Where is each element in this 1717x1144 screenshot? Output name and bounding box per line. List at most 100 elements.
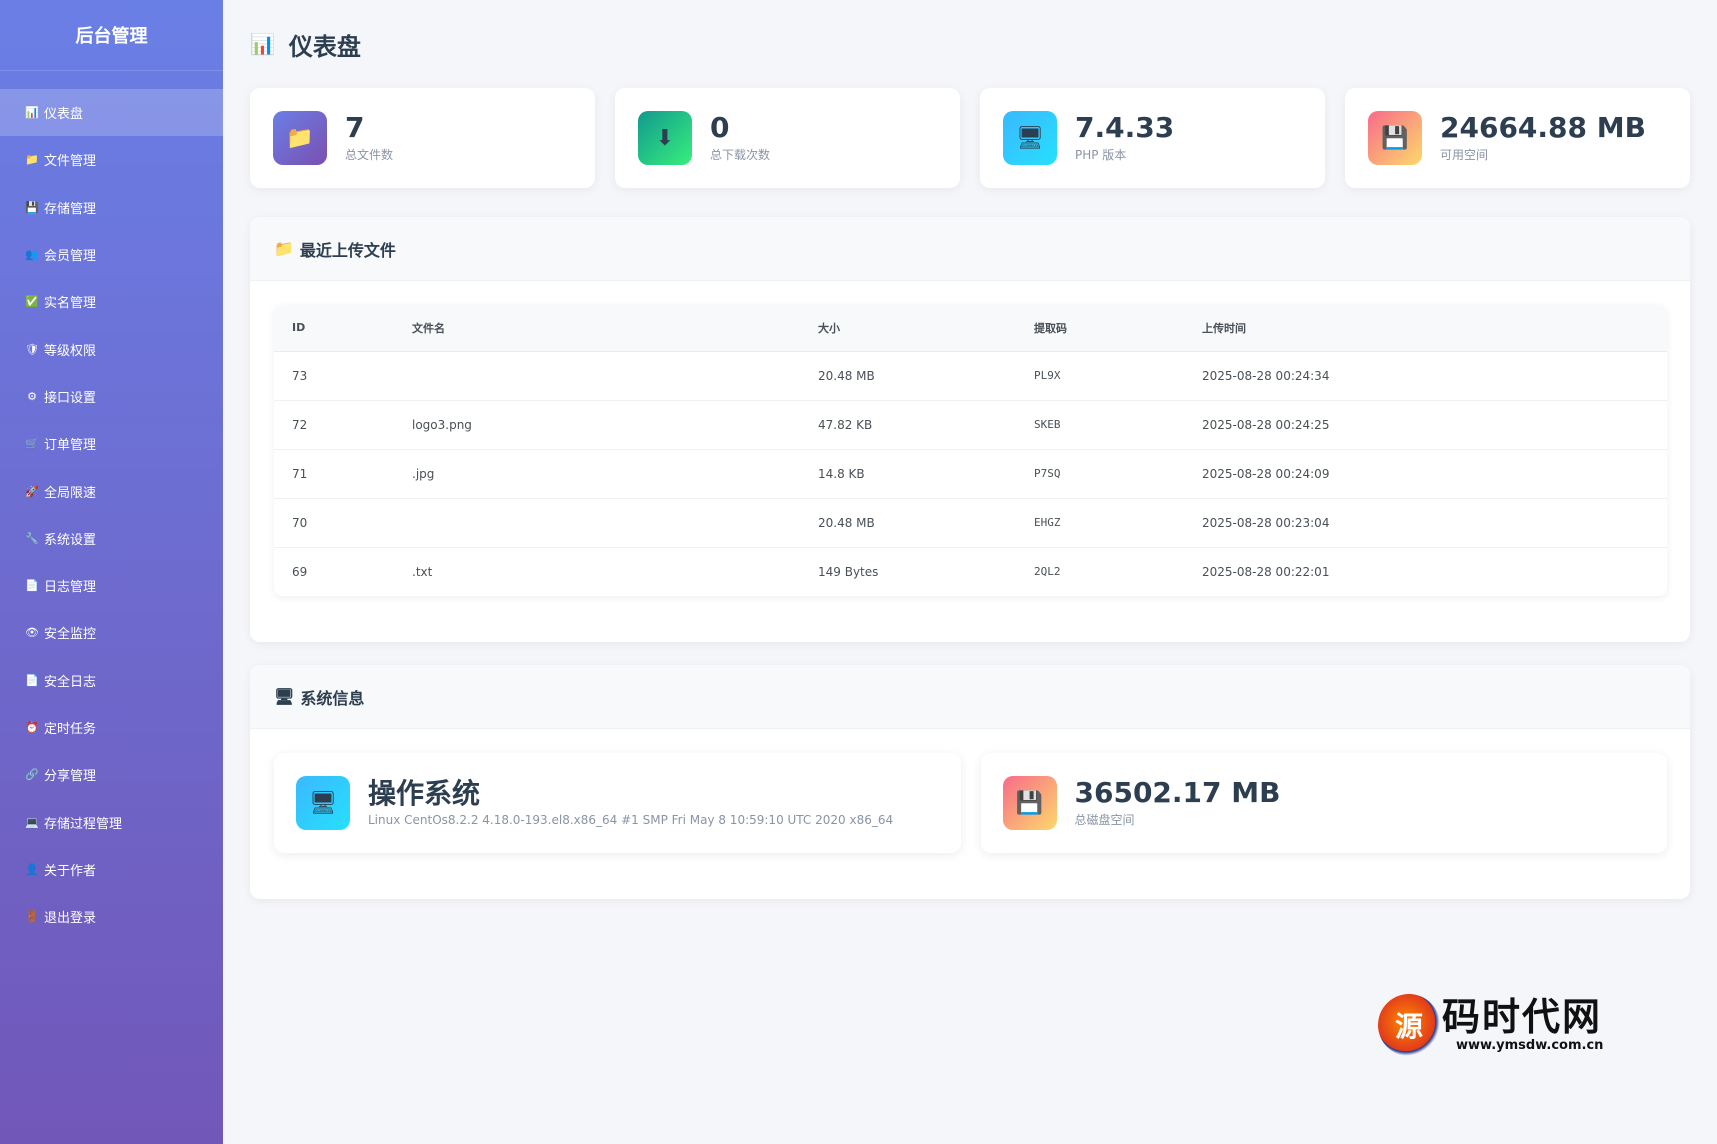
system-card-disk: 💾 36502.17 MB 总磁盘空间 xyxy=(980,753,1667,853)
watermark-title: 码时代网 xyxy=(1442,993,1603,1039)
cell-code: 2QL2 xyxy=(1034,565,1061,579)
panel-title: 最近上传文件 xyxy=(299,240,396,260)
stat-card-downloads: ⬇ 0 总下载次数 xyxy=(615,88,960,188)
sidebar-item-orders[interactable]: 🛒 订单管理 xyxy=(0,420,223,467)
rocket-icon: 🚀 xyxy=(25,484,39,498)
watermark-text: 码时代网 www.ymsdw.com.cn xyxy=(1442,993,1604,1053)
column-header-size: 大小 xyxy=(800,305,1016,352)
sidebar-item-label: 退出登录 xyxy=(44,911,97,927)
sidebar-item-procedures[interactable]: 💻 存储过程管理 xyxy=(0,798,223,845)
cell-id: 73 xyxy=(274,351,394,401)
table-row: 69 .txt 149 Bytes 2QL2 2025-08-28 00:22:… xyxy=(274,547,1667,596)
check-icon: ✅ xyxy=(25,295,39,309)
stat-value: 7.4.33 xyxy=(1075,110,1175,144)
sidebar-item-label: 会员管理 xyxy=(44,249,97,265)
cell-size: 149 Bytes xyxy=(818,564,879,579)
sidebar-item-storage[interactable]: 💾 存储管理 xyxy=(0,184,223,231)
sidebar-item-label: 等级权限 xyxy=(44,343,97,359)
sidebar-item-api[interactable]: ⚙ 接口设置 xyxy=(0,373,223,420)
cell-filename: logo3.png xyxy=(394,400,800,450)
column-header-code: 提取码 xyxy=(1016,305,1184,352)
folder-icon: 📁 xyxy=(25,153,39,167)
system-card-label: 总磁盘空间 xyxy=(1074,813,1135,828)
stat-label: PHP 版本 xyxy=(1075,148,1127,163)
cell-id: 72 xyxy=(274,400,394,450)
sidebar-item-label: 实名管理 xyxy=(44,296,97,312)
cell-time: 2025-08-28 00:23:04 xyxy=(1184,498,1667,548)
sidebar-item-levels[interactable]: 🛡 等级权限 xyxy=(0,325,223,372)
sidebar-item-files[interactable]: 📁 文件管理 xyxy=(0,136,223,183)
stat-card-php: 🖥 7.4.33 PHP 版本 xyxy=(980,88,1325,188)
sidebar-item-shares[interactable]: 🔗 分享管理 xyxy=(0,751,223,798)
wrench-icon: 🔧 xyxy=(25,531,39,545)
sidebar-item-security-monitor[interactable]: 👁 安全监控 xyxy=(0,609,223,656)
chart-icon: 📊 xyxy=(250,32,275,56)
sidebar-item-label: 日志管理 xyxy=(44,580,97,596)
watermark-logo: 源 xyxy=(1378,994,1440,1056)
cell-size: 20.48 MB xyxy=(800,351,1016,401)
sidebar-item-label: 系统设置 xyxy=(44,532,97,548)
sidebar-item-settings[interactable]: 🔧 系统设置 xyxy=(0,515,223,562)
cart-icon: 🛒 xyxy=(25,437,39,451)
table-header-row: ID 文件名 大小 提取码 上传时间 xyxy=(274,305,1667,352)
sidebar-item-cron[interactable]: ⏰ 定时任务 xyxy=(0,704,223,751)
cell-id: 71 xyxy=(274,449,394,499)
page-title-text: 仪表盘 xyxy=(288,32,361,61)
sidebar-item-about[interactable]: 👤 关于作者 xyxy=(0,846,223,893)
panel-header: 📁 最近上传文件 xyxy=(250,217,1690,281)
system-cards-row: 🖥 操作系统 Linux CentOs8.2.2 4.18.0-193.el8.x… xyxy=(274,753,1667,853)
cell-size: 20.48 MB xyxy=(800,498,1016,548)
sidebar-item-logs[interactable]: 📄 日志管理 xyxy=(0,562,223,609)
cell-filename: .txt xyxy=(412,564,433,579)
cell-filename: .jpg xyxy=(394,449,800,499)
table-row: 72 logo3.png 47.82 KB SKEB 2025-08-28 00… xyxy=(274,400,1667,450)
sidebar-item-label: 全局限速 xyxy=(44,485,97,501)
laptop-icon: 💻 xyxy=(25,815,39,829)
stat-value: 0 xyxy=(710,110,730,144)
stat-label: 总文件数 xyxy=(345,148,394,163)
sidebar-item-members[interactable]: 👥 会员管理 xyxy=(0,231,223,278)
sidebar-item-label: 接口设置 xyxy=(44,390,97,406)
sidebar-item-dashboard[interactable]: 📊 仪表盘 xyxy=(0,89,223,137)
document-icon: 📄 xyxy=(25,673,39,687)
panel-body: ID 文件名 大小 提取码 上传时间 73 20.48 MB PL9X 2025… xyxy=(250,281,1690,642)
system-info-panel: 🖥 系统信息 🖥 操作系统 Linux CentOs8.2.2 4.18.0-19… xyxy=(250,665,1690,899)
stats-row: 📁 7 总文件数 ⬇ 0 总下载次数 🖥 7.4.33 PHP 版本 💾 24664.… xyxy=(250,88,1690,188)
cell-time: 2025-08-28 00:22:01 xyxy=(1202,564,1330,579)
sidebar-item-label: 安全监控 xyxy=(44,627,97,643)
stat-label: 总下载次数 xyxy=(710,148,771,163)
sidebar-item-label: 存储过程管理 xyxy=(44,816,123,832)
column-header-time: 上传时间 xyxy=(1184,305,1667,352)
system-card-label: Linux CentOs8.2.2 4.18.0-193.el8.x86_64 … xyxy=(368,812,894,827)
link-icon: 🔗 xyxy=(25,768,39,782)
stat-card-space: 💾 24664.88 MB 可用空间 xyxy=(1345,88,1690,188)
sidebar-item-label: 安全日志 xyxy=(44,674,97,690)
floppy-icon: 💾 xyxy=(1368,111,1422,165)
cell-size: 47.82 KB xyxy=(800,400,1016,450)
cell-id: 70 xyxy=(274,498,394,548)
door-icon: 🚪 xyxy=(25,910,39,924)
site-watermark: 源 码时代网 www.ymsdw.com.cn xyxy=(1378,990,1628,1060)
system-card-os: 🖥 操作系统 Linux CentOs8.2.2 4.18.0-193.el8.x… xyxy=(274,753,961,853)
stat-card-files: 📁 7 总文件数 xyxy=(250,88,595,188)
sidebar-item-label: 存储管理 xyxy=(44,201,97,217)
sidebar-item-realname[interactable]: ✅ 实名管理 xyxy=(0,278,223,325)
panel-body: 🖥 操作系统 Linux CentOs8.2.2 4.18.0-193.el8.x… xyxy=(250,729,1690,899)
watermark-url: www.ymsdw.com.cn xyxy=(1456,1037,1604,1053)
sidebar-item-label: 仪表盘 xyxy=(44,107,84,123)
sidebar-item-speed[interactable]: 🚀 全局限速 xyxy=(0,467,223,514)
page-title: 📊 仪表盘 xyxy=(250,0,1690,88)
cell-time: 2025-08-28 00:24:25 xyxy=(1184,400,1667,450)
cell-id: 69 xyxy=(292,564,308,579)
recent-uploads-panel: 📁 最近上传文件 ID 文件名 大小 提取码 上传时间 73 20.48 MB … xyxy=(250,217,1690,642)
alarm-clock-icon: ⏰ xyxy=(25,721,39,734)
column-header-id: ID xyxy=(274,305,394,352)
main-content: 📊 仪表盘 📁 7 总文件数 ⬇ 0 总下载次数 🖥 7.4.33 PHP 版本 💾 … xyxy=(223,0,1717,1144)
sidebar-item-security-logs[interactable]: 📄 安全日志 xyxy=(0,657,223,704)
sidebar-item-label: 分享管理 xyxy=(44,769,97,785)
folder-icon: 📁 xyxy=(274,239,294,258)
document-icon: 📄 xyxy=(25,579,39,593)
sidebar-item-logout[interactable]: 🚪 退出登录 xyxy=(0,893,223,940)
sidebar-nav: 📊 仪表盘 📁 文件管理 💾 存储管理 👥 会员管理 ✅ 实名管理 🛡 等级权限 ⚙ 接口设置… xyxy=(0,89,223,940)
recent-files-table: ID 文件名 大小 提取码 上传时间 73 20.48 MB PL9X 2025… xyxy=(274,305,1667,596)
